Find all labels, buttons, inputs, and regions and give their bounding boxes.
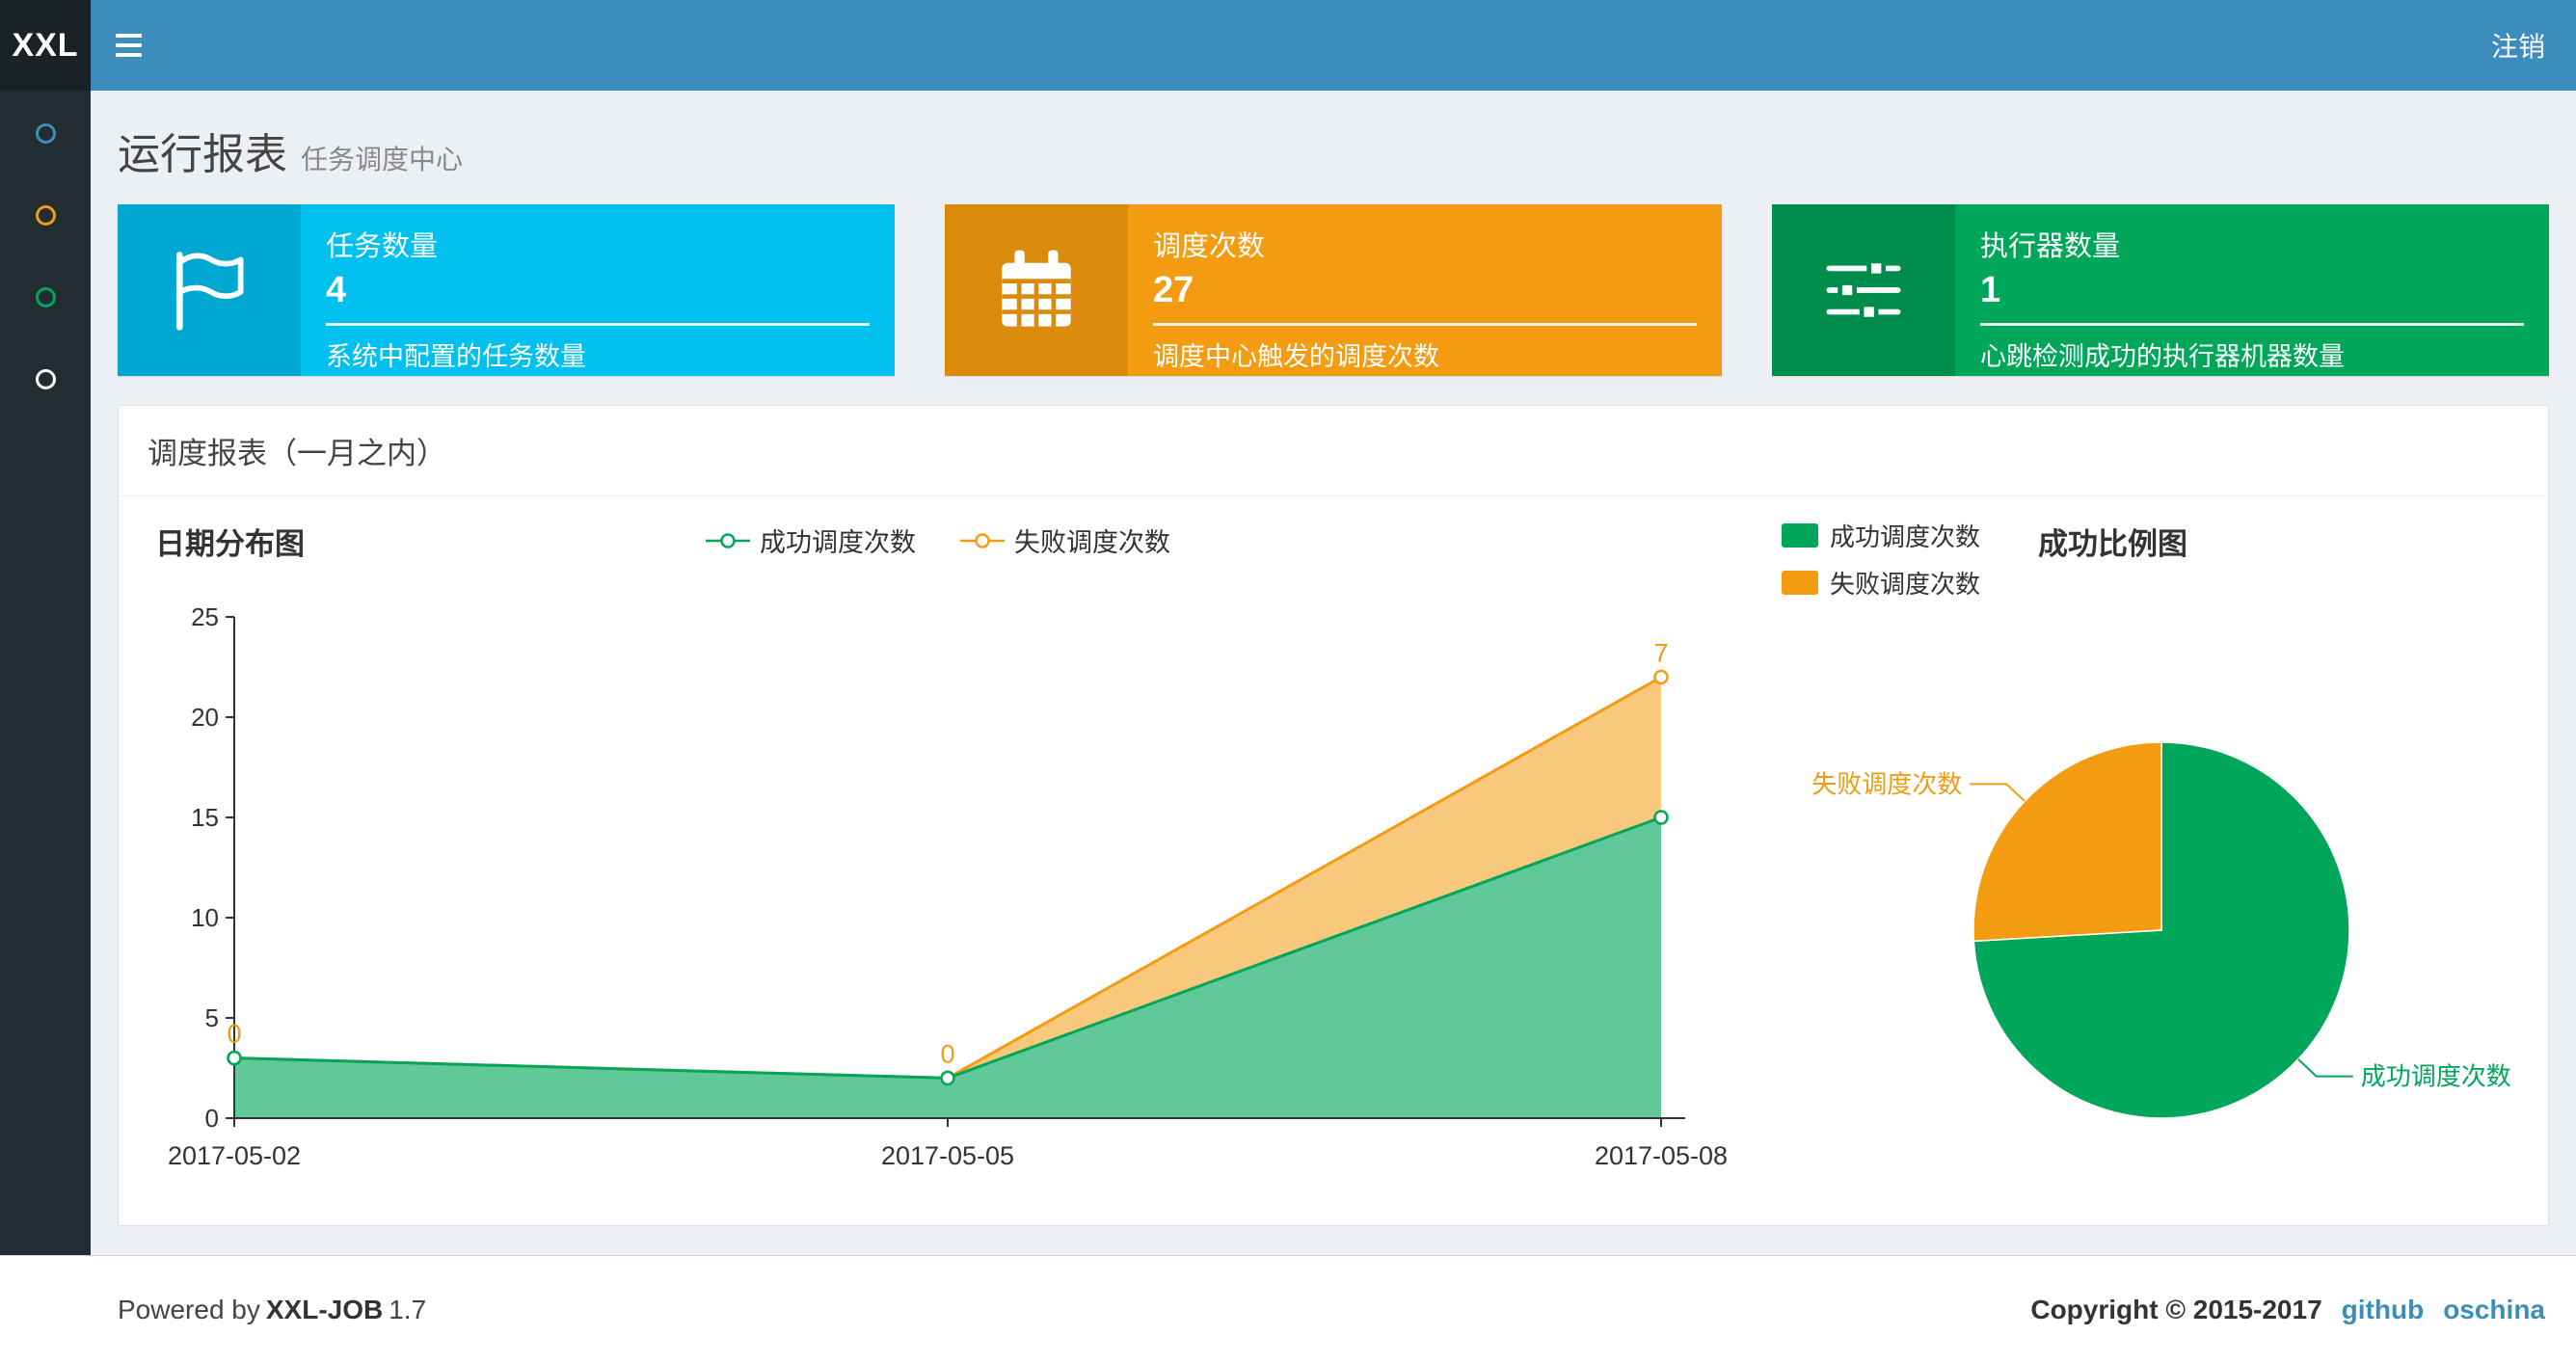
- sidebar-menu-item-4-circle-icon[interactable]: [35, 369, 56, 389]
- page-header: 运行报表 任务调度中心: [91, 91, 2576, 204]
- oschina-link[interactable]: oschina: [2443, 1295, 2545, 1325]
- logo[interactable]: XXL: [0, 0, 91, 91]
- info-box-title: 调度次数: [1153, 231, 1266, 262]
- sidebar-menu-item-2-circle-icon[interactable]: [35, 205, 56, 226]
- panel-title: 调度报表（一月之内）: [119, 406, 2548, 496]
- powered-by-text: Powered by XXL-JOB 1.7: [118, 1295, 432, 1325]
- pie-chart-legend: 成功调度次数 失败调度次数: [1782, 518, 1980, 601]
- info-box-description: 心跳检测成功的执行器机器数量: [1980, 342, 2345, 371]
- legend-item-0[interactable]: 成功调度次数: [706, 521, 916, 559]
- pie-chart-title: 成功比例图: [2038, 527, 2188, 561]
- info-box-executor-count: 执行器数量 1 心跳检测成功的执行器机器数量: [1772, 204, 2549, 376]
- svg-text:25: 25: [191, 602, 219, 631]
- divider: [326, 323, 870, 326]
- svg-text:失败调度次数: 失败调度次数: [1811, 769, 1962, 798]
- svg-text:10: 10: [191, 903, 219, 932]
- divider: [1153, 323, 1697, 326]
- svg-text:2017-05-05: 2017-05-05: [881, 1141, 1014, 1170]
- svg-text:15: 15: [191, 803, 219, 832]
- calendar-icon: [945, 204, 1128, 376]
- sliders-icon: [1772, 204, 1955, 376]
- success-ratio-pie-chart: 成功调度次数 失败调度次数: [1811, 741, 2511, 1119]
- svg-text:7: 7: [1653, 638, 1668, 667]
- info-box-body: 调度次数 27 调度中心触发的调度次数: [1128, 204, 1722, 376]
- logout-link[interactable]: 注销: [2460, 0, 2576, 91]
- powered-by-prefix: Powered by: [118, 1294, 260, 1324]
- info-box-job-count: 任务数量 4 系统中配置的任务数量: [118, 204, 895, 376]
- pie-legend-item-1[interactable]: 失败调度次数: [1782, 565, 1980, 601]
- page-subtitle: 任务调度中心: [301, 145, 464, 174]
- pie-legend-item-0[interactable]: 成功调度次数: [1782, 518, 1980, 553]
- date-distribution-section: 日期分布图 成功调度次数 失败调度次数 0 5 10 15 20 25 2017-05-02 2…: [138, 512, 1738, 1210]
- sidebar: [0, 91, 91, 1363]
- info-box-body: 任务数量 4 系统中配置的任务数量: [301, 204, 895, 376]
- svg-text:2017-05-02: 2017-05-02: [168, 1141, 301, 1170]
- date-distribution-area-chart: 05101520252017-05-02 2017-05-05 2017-05-08…: [168, 602, 1728, 1170]
- copyright-text: Copyright © 2015-2017: [2030, 1294, 2322, 1324]
- report-panel: 调度报表（一月之内） 日期分布图 成功调度次数 失败调度次数 0 5 10 15 20 25…: [118, 405, 2549, 1226]
- svg-text:2017-05-08: 2017-05-08: [1595, 1141, 1728, 1170]
- sidebar-menu-item-3-circle-icon[interactable]: [35, 287, 56, 307]
- product-name: XXL-JOB: [265, 1294, 384, 1324]
- line-chart-legend: 成功调度次数 失败调度次数: [706, 521, 1170, 559]
- page-footer: Powered by XXL-JOB 1.7 Copyright © 2015-20…: [0, 1255, 2576, 1363]
- info-box-title: 任务数量: [326, 231, 439, 262]
- info-box-value: 4: [326, 270, 347, 310]
- github-link[interactable]: github: [2342, 1295, 2425, 1325]
- sidebar-menu-item-1-circle-icon[interactable]: [35, 123, 56, 144]
- info-box-trigger-count: 调度次数 27 调度中心触发的调度次数: [945, 204, 1722, 376]
- info-box-row: 任务数量 4 系统中配置的任务数量 调度次数 27 调度中心触发的调度次数 执行…: [91, 204, 2576, 376]
- info-box-title: 执行器数量: [1980, 231, 2121, 262]
- info-box-value: 1: [1980, 270, 2001, 310]
- top-navbar: XXL 注销: [0, 0, 2576, 91]
- info-box-description: 调度中心触发的调度次数: [1153, 342, 1439, 371]
- info-box-value: 27: [1153, 270, 1194, 310]
- success-ratio-section: 成功调度次数 失败调度次数 成功比例图 成功调度次数 失败调度次数: [1738, 512, 2543, 1210]
- svg-text:成功调度次数: 成功调度次数: [2361, 1062, 2511, 1091]
- svg-text:0: 0: [205, 1104, 219, 1133]
- info-box-description: 系统中配置的任务数量: [326, 342, 586, 371]
- divider: [1980, 323, 2524, 326]
- product-version: 1.7: [389, 1294, 427, 1324]
- svg-text:0: 0: [940, 1039, 954, 1068]
- page-title: 运行报表: [118, 131, 287, 178]
- flag-icon: [118, 204, 301, 376]
- copyright-area: Copyright © 2015-2017 github oschina: [2030, 1295, 2545, 1325]
- panel-body: 日期分布图 成功调度次数 失败调度次数 0 5 10 15 20 25 2017-05-02 2…: [119, 496, 2548, 1225]
- svg-text:20: 20: [191, 703, 219, 732]
- main-content: 运行报表 任务调度中心 任务数量 4 系统中配置的任务数量 调度次数 27 调度…: [91, 91, 2576, 1255]
- legend-item-1[interactable]: 失败调度次数: [960, 521, 1170, 559]
- hamburger-menu-icon[interactable]: [91, 0, 166, 91]
- svg-text:5: 5: [205, 1003, 219, 1032]
- info-box-body: 执行器数量 1 心跳检测成功的执行器机器数量: [1955, 204, 2549, 376]
- svg-text:0: 0: [227, 1020, 241, 1049]
